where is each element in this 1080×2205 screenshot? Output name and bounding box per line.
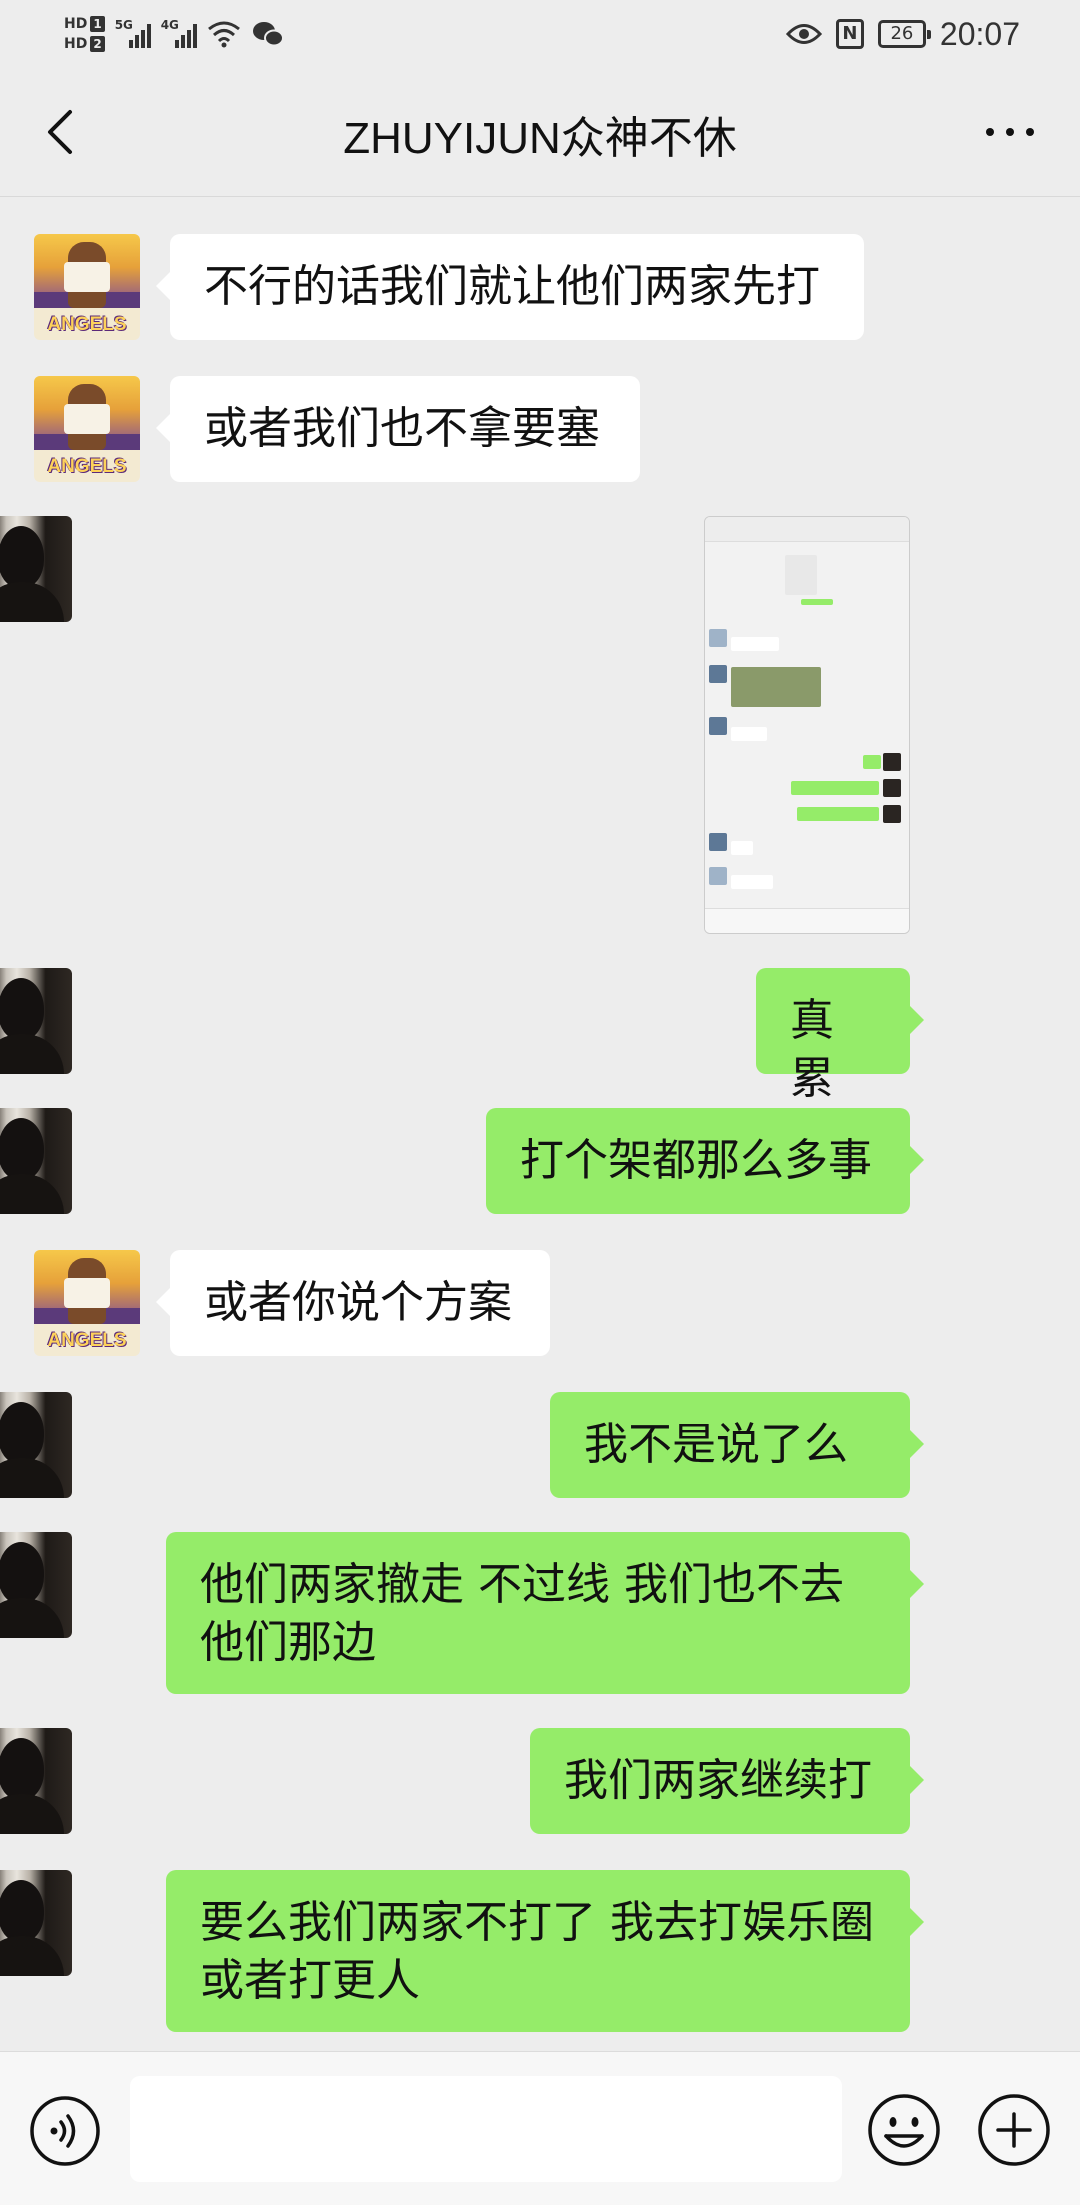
status-bar: HD 1 HD 2 5G 4G N 26 20:07 <box>0 0 1080 68</box>
message-bubble[interactable]: 不行的话我们就让他们两家先打 <box>156 234 864 340</box>
my-avatar[interactable] <box>0 516 72 622</box>
message-row: 打个架都那么多事 <box>0 1108 1080 1214</box>
message-row: ANGELS 或者你说个方案 <box>0 1250 1080 1356</box>
battery-icon: 26 <box>877 20 931 48</box>
my-avatar[interactable] <box>0 1108 72 1214</box>
my-avatar[interactable] <box>0 1728 72 1834</box>
message-row: 我不是说了么 <box>0 1392 1080 1498</box>
message-bubble[interactable]: 或者你说个方案 <box>156 1250 550 1356</box>
more-icon[interactable] <box>972 100 1048 164</box>
message-bubble[interactable]: 我不是说了么 <box>550 1392 924 1498</box>
message-bubble[interactable]: 要么我们两家不打了 我去打娱乐圈或者打更人 <box>166 1870 924 2032</box>
hd-indicator-2: HD 2 <box>64 36 105 52</box>
message-bubble[interactable]: 打个架都那么多事 <box>486 1108 924 1214</box>
my-avatar[interactable] <box>0 1870 72 1976</box>
signal-icon-2: 4G <box>161 18 197 48</box>
emoji-icon[interactable] <box>866 2092 942 2168</box>
contact-avatar[interactable]: ANGELS <box>34 1250 140 1356</box>
message-bubble[interactable]: 他们两家撤走 不过线 我们也不去他们那边 <box>166 1532 924 1694</box>
contact-avatar[interactable]: ANGELS <box>34 234 140 340</box>
eye-icon <box>785 24 822 44</box>
chat-title: ZHUYIJUN众神不休 <box>343 114 737 163</box>
message-row: 他们两家撤走 不过线 我们也不去他们那边 <box>0 1532 1080 1694</box>
message-row: 真累 <box>0 968 1080 1104</box>
my-avatar[interactable] <box>0 1532 72 1638</box>
my-avatar[interactable] <box>0 1392 72 1498</box>
message-bubble[interactable]: 真累 <box>756 968 924 1104</box>
nfc-icon: N <box>835 19 864 49</box>
message-row: ANGELS 或者我们也不拿要塞 <box>0 376 1080 482</box>
message-list[interactable]: ANGELS 不行的话我们就让他们两家先打 ANGELS 或者我们也不拿要塞 真… <box>0 196 1080 2051</box>
message-row: ANGELS 不行的话我们就让他们两家先打 <box>0 234 1080 340</box>
clock: 20:07 <box>939 15 1020 52</box>
message-row: 要么我们两家不打了 我去打娱乐圈或者打更人 <box>0 1870 1080 2032</box>
screenshot-image-message[interactable] <box>704 516 910 934</box>
wechat-notification-icon <box>252 22 284 47</box>
chat-header: ZHUYIJUN众神不休 <box>0 68 1080 197</box>
message-input[interactable] <box>130 2076 842 2182</box>
hd-indicator-1: HD 1 <box>64 16 105 32</box>
signal-icon: 5G <box>115 18 151 48</box>
message-row <box>0 516 1080 934</box>
message-row: 我们两家继续打 <box>0 1728 1080 1834</box>
contact-avatar[interactable]: ANGELS <box>34 376 140 482</box>
message-bubble[interactable]: 或者我们也不拿要塞 <box>156 376 640 482</box>
wifi-icon <box>207 21 240 48</box>
my-avatar[interactable] <box>0 968 72 1074</box>
message-bubble[interactable]: 我们两家继续打 <box>530 1728 924 1834</box>
plus-icon[interactable] <box>976 2092 1052 2168</box>
input-bar <box>0 2051 1080 2205</box>
voice-icon[interactable] <box>28 2094 102 2168</box>
